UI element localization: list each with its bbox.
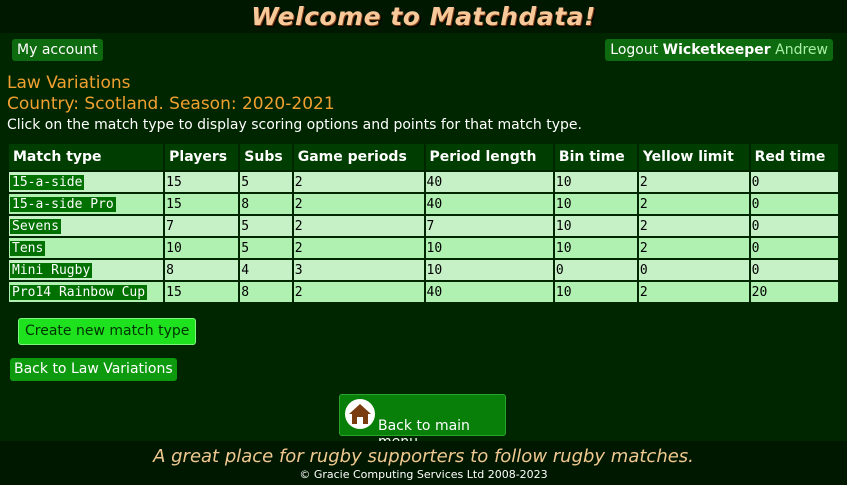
logout-button[interactable]: Logout Wicketkeeper Andrew — [605, 39, 833, 61]
page-heading: Law Variations Country: Scotland. Season… — [7, 73, 335, 115]
table-cell: 7 — [165, 216, 239, 236]
logout-label: Logout — [610, 42, 659, 58]
footer-tagline: A great place for rugby supporters to fo… — [153, 446, 694, 467]
col-period-length: Period length — [425, 144, 553, 170]
table-row: Tens 10 5 2 10 10 2 0 — [9, 238, 838, 258]
cell-match-type: Tens — [9, 238, 164, 258]
table-cell: 0 — [750, 216, 838, 236]
table-cell: 10 — [425, 238, 553, 258]
table-cell: 2 — [638, 216, 749, 236]
cell-match-type: 15-a-side — [9, 172, 164, 192]
create-match-type-button[interactable]: Create new match type — [18, 318, 197, 345]
table-cell: 8 — [240, 194, 292, 214]
user-role: Wicketkeeper — [662, 42, 771, 58]
footer-copyright: © Gracie Computing Services Ltd 2008-202… — [299, 468, 548, 481]
table-cell: 2 — [293, 282, 424, 302]
table-cell: 20 — [750, 282, 838, 302]
table-cell: 10 — [425, 260, 553, 280]
match-type-link[interactable]: Mini Rugby — [10, 262, 93, 278]
table-row: Mini Rugby 8 4 3 10 0 0 0 — [9, 260, 838, 280]
table-cell: 5 — [240, 238, 292, 258]
table-cell: 5 — [240, 216, 292, 236]
cell-match-type: 15-a-side Pro — [9, 194, 164, 214]
table-cell: 4 — [240, 260, 292, 280]
table-cell: 3 — [293, 260, 424, 280]
match-type-link[interactable]: 15-a-side — [10, 174, 85, 190]
back-to-law-variations-button[interactable]: Back to Law Variations — [10, 358, 177, 381]
table-cell: 0 — [750, 238, 838, 258]
table-cell: 8 — [165, 260, 239, 280]
col-game-periods: Game periods — [293, 144, 424, 170]
table-header-row: Match type Players Subs Game periods Per… — [9, 144, 838, 170]
table-cell: 10 — [554, 282, 637, 302]
col-match-type: Match type — [9, 144, 164, 170]
table-cell: 15 — [165, 172, 239, 192]
table-row: 15-a-side Pro 15 8 2 40 10 2 0 — [9, 194, 838, 214]
col-yellow-limit: Yellow limit — [638, 144, 749, 170]
match-type-link[interactable]: Sevens — [10, 218, 61, 234]
table-cell: 40 — [425, 172, 553, 192]
home-icon — [345, 399, 375, 429]
my-account-button[interactable]: My account — [12, 39, 103, 61]
user-name: Andrew — [775, 42, 828, 58]
instructions-text: Click on the match type to display scori… — [7, 117, 582, 133]
table-cell: 10 — [554, 238, 637, 258]
table-cell: 10 — [165, 238, 239, 258]
table-cell: 0 — [554, 260, 637, 280]
table-row: 15-a-side 15 5 2 40 10 2 0 — [9, 172, 838, 192]
col-red-time: Red time — [750, 144, 838, 170]
site-footer: A great place for rugby supporters to fo… — [0, 441, 847, 485]
match-type-link[interactable]: Tens — [10, 240, 46, 256]
table-cell: 2 — [293, 216, 424, 236]
table-cell: 40 — [425, 282, 553, 302]
match-type-link[interactable]: Pro14 Rainbow Cup — [10, 284, 148, 300]
col-players: Players — [165, 144, 239, 170]
table-cell: 15 — [165, 282, 239, 302]
col-subs: Subs — [240, 144, 292, 170]
table-row: Pro14 Rainbow Cup 15 8 2 40 10 2 20 — [9, 282, 838, 302]
table-cell: 15 — [165, 194, 239, 214]
back-to-main-menu-button[interactable]: Back to main menu — [339, 394, 506, 450]
table-cell: 5 — [240, 172, 292, 192]
table-cell: 2 — [293, 194, 424, 214]
table-cell: 2 — [638, 172, 749, 192]
table-cell: 2 — [293, 172, 424, 192]
site-title: Welcome to Matchdata! — [251, 2, 596, 31]
table-cell: 0 — [750, 172, 838, 192]
table-cell: 2 — [638, 238, 749, 258]
match-type-link[interactable]: 15-a-side Pro — [10, 196, 116, 212]
cell-match-type: Sevens — [9, 216, 164, 236]
table-cell: 10 — [554, 172, 637, 192]
table-cell: 0 — [750, 194, 838, 214]
table-cell: 7 — [425, 216, 553, 236]
cell-match-type: Mini Rugby — [9, 260, 164, 280]
table-row: Sevens 7 5 2 7 10 2 0 — [9, 216, 838, 236]
site-header: Welcome to Matchdata! — [0, 0, 847, 33]
table-cell: 8 — [240, 282, 292, 302]
table-cell: 0 — [750, 260, 838, 280]
table-cell: 10 — [554, 216, 637, 236]
cell-match-type: Pro14 Rainbow Cup — [9, 282, 164, 302]
table-cell: 10 — [554, 194, 637, 214]
table-cell: 2 — [638, 194, 749, 214]
col-bin-time: Bin time — [554, 144, 637, 170]
page-title: Law Variations — [7, 73, 131, 93]
table-cell: 40 — [425, 194, 553, 214]
table-cell: 2 — [293, 238, 424, 258]
table-cell: 2 — [638, 282, 749, 302]
table-cell: 0 — [638, 260, 749, 280]
match-types-table: Match type Players Subs Game periods Per… — [7, 142, 840, 304]
page-subtitle: Country: Scotland. Season: 2020-2021 — [7, 94, 335, 114]
